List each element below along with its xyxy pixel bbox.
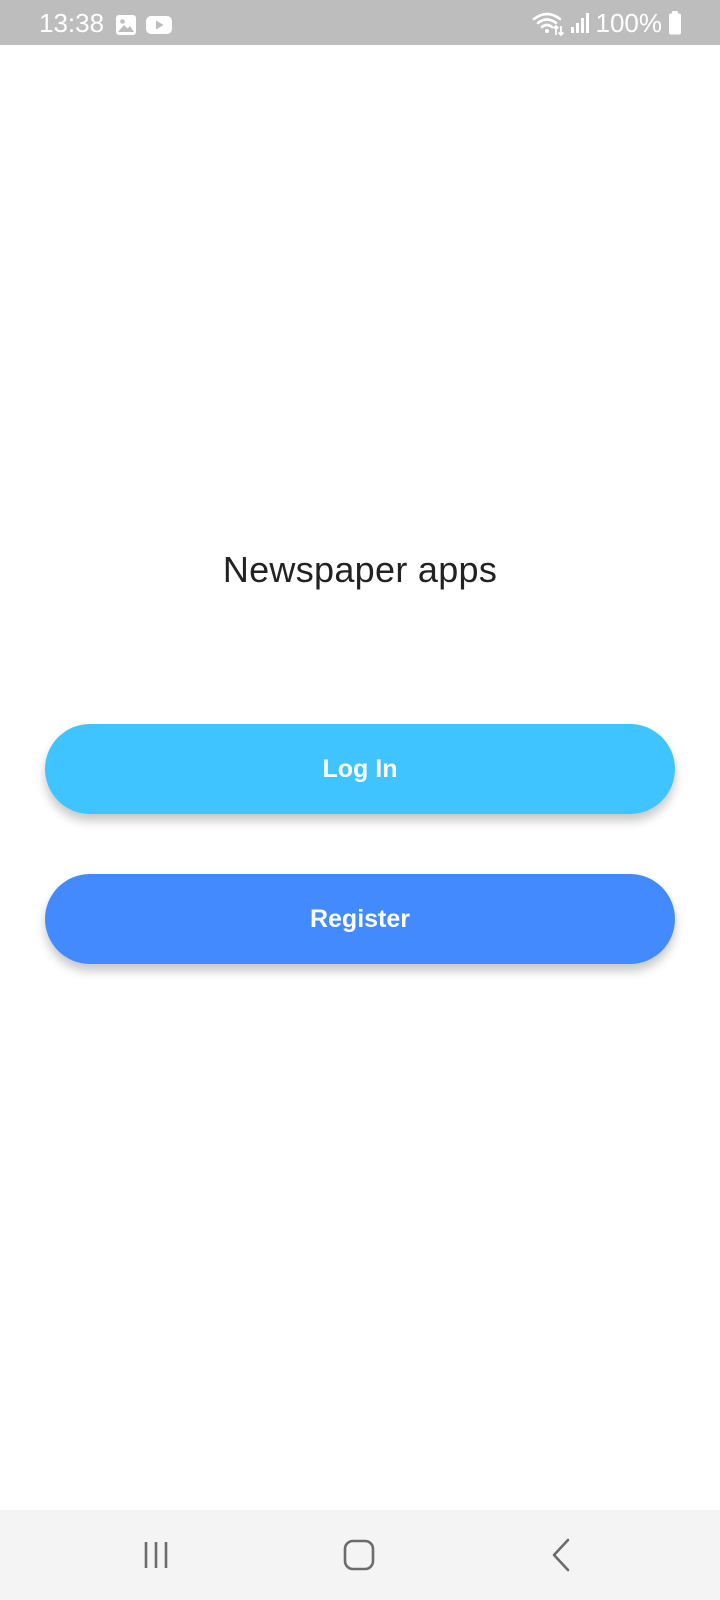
back-icon [549, 1538, 573, 1572]
status-time: 13:38 [39, 8, 105, 38]
signal-icon [570, 12, 590, 34]
status-right-group: 100% [532, 8, 683, 38]
register-button[interactable]: Register [45, 874, 675, 964]
youtube-icon [145, 14, 173, 36]
battery-icon [668, 11, 682, 35]
navigation-bar [0, 1510, 720, 1600]
recent-apps-button[interactable] [127, 1530, 187, 1580]
app-title: Newspaper apps [222, 549, 498, 590]
back-button[interactable] [531, 1530, 591, 1580]
home-icon [343, 1539, 375, 1571]
login-button[interactable]: Log In [45, 724, 675, 814]
home-button[interactable] [329, 1530, 389, 1580]
status-bar: 13:38 100% [0, 0, 720, 45]
battery-percent: 100% [595, 8, 663, 38]
gallery-icon [115, 14, 137, 36]
wifi-icon [532, 10, 564, 37]
status-notification-icons [115, 14, 173, 36]
recent-apps-icon [142, 1540, 172, 1570]
